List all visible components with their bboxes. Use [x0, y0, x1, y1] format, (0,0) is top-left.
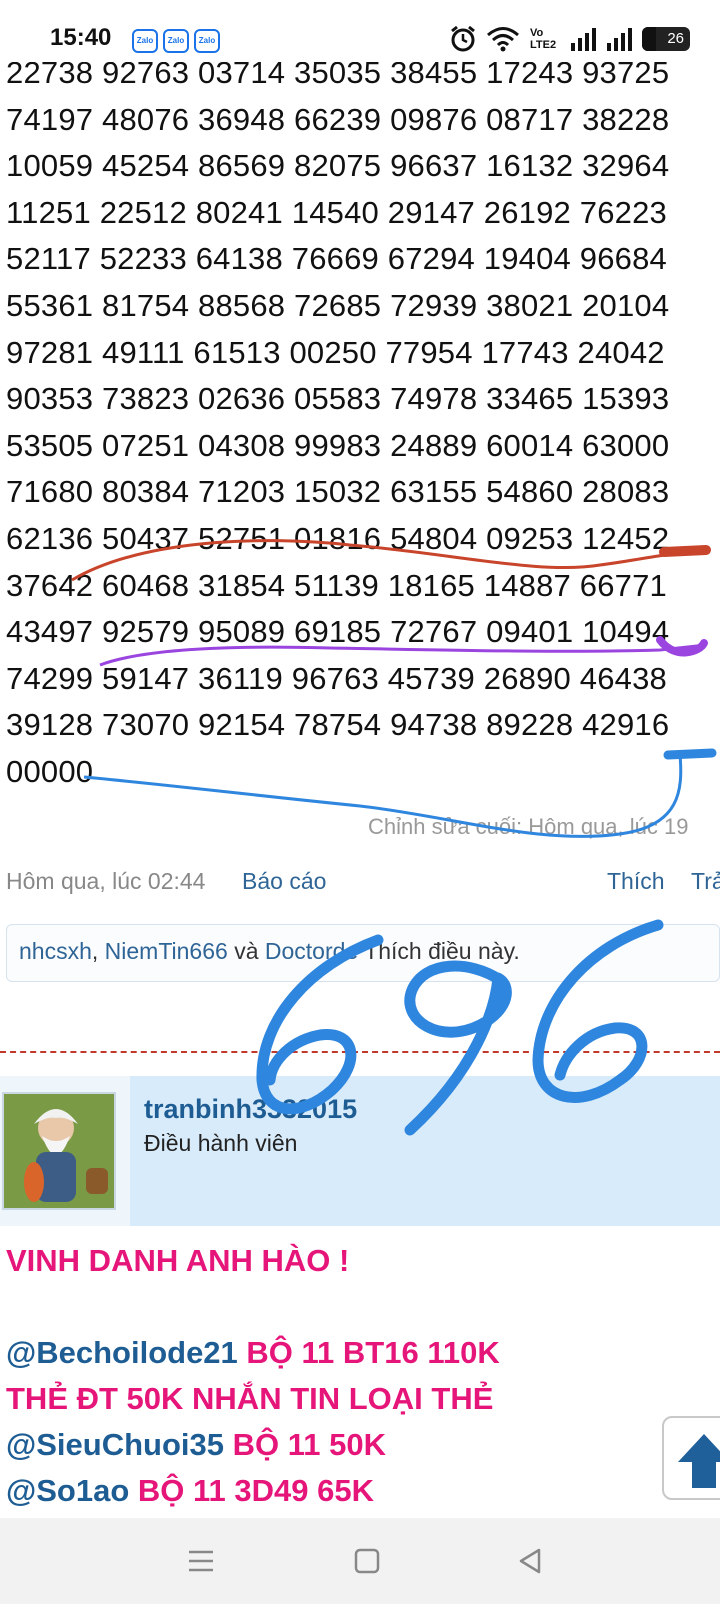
post-text: BỘ 11 3D49 65K [129, 1473, 374, 1508]
number-row: 71680 80384 71203 15032 63155 54860 2808… [6, 474, 670, 510]
post-body: VINH DANH ANH HÀO ! @Bechoilode21 BỘ 11 B… [6, 1238, 500, 1514]
user-mention[interactable]: @Bechoilode21 [6, 1335, 238, 1370]
number-row: 55361 81754 88568 72685 72939 38021 2010… [6, 287, 670, 323]
post-content: 22738 92763 03714 35035 38455 17243 9372… [0, 0, 720, 1518]
network-type: Vo LTE2 [530, 27, 557, 51]
report-link[interactable]: Báo cáo [242, 868, 326, 895]
number-row: 39128 73070 92154 78754 94738 89228 4291… [6, 707, 670, 743]
number-row: 10059 45254 86569 82075 96637 16132 3296… [6, 148, 670, 184]
number-row: 97281 49111 61513 00250 77954 17743 2404… [6, 334, 665, 370]
status-bar: 15:40 Zalo Zalo Zalo Vo LTE2 26 [0, 0, 720, 62]
user-mention[interactable]: @SieuChuoi35 [6, 1427, 224, 1462]
user-mention[interactable]: @So1ao [6, 1473, 129, 1508]
number-row: 00000 [6, 753, 94, 789]
number-row: 90353 73823 02636 05583 74978 33465 1539… [6, 381, 670, 417]
number-table: 22738 92763 03714 35035 38455 17243 9372… [6, 50, 720, 796]
back-icon[interactable] [515, 1546, 545, 1576]
post-text: BỘ 11 BT16 110K [237, 1335, 500, 1370]
scroll-to-top-button[interactable] [662, 1416, 720, 1500]
post-line: @Bechoilode21 BỘ 11 BT16 110K [6, 1330, 500, 1376]
reply-link[interactable]: Trả [691, 868, 720, 895]
post-line: VINH DANH ANH HÀO ! [6, 1238, 500, 1284]
post-time: Hôm qua, lúc 02:44 [6, 868, 206, 894]
number-row: 62136 50437 52751 01816 54804 09253 1245… [6, 520, 670, 556]
battery-icon: 26 [642, 27, 690, 51]
number-row: 43497 92579 95089 69185 72767 09401 1049… [6, 614, 670, 650]
number-row: 53505 07251 04308 99983 24889 60014 6300… [6, 427, 670, 463]
status-time: 15:40 [50, 24, 112, 51]
arrow-up-icon [678, 1434, 720, 1488]
post-text: THẺ ĐT 50K NHẮN TIN LOẠI THẺ [6, 1381, 494, 1416]
liker-link[interactable]: Doctorde [265, 938, 358, 964]
wifi-icon [487, 27, 519, 52]
status-indicators: Vo LTE2 26 [450, 24, 690, 54]
number-row: 52117 52233 64138 76669 67294 19404 9668… [6, 241, 668, 277]
post-author-role: Điều hành viên [144, 1130, 298, 1156]
zalo-notification-icon: Zalo [194, 29, 220, 53]
post-divider [0, 1051, 720, 1053]
post-text: BỘ 11 50K [223, 1427, 386, 1462]
likes-summary: nhcsxh, NiemTin666 và Doctorde Thích điề… [6, 924, 720, 982]
post-author-name[interactable]: tranbinh3332015 [144, 1094, 357, 1125]
navigation-bar [0, 1518, 720, 1604]
post-line: THẺ ĐT 50K NHẮN TIN LOẠI THẺ [6, 1376, 500, 1422]
zalo-notification-icon: Zalo [163, 29, 189, 53]
post-line: @SieuChuoi35 BỘ 11 50K [6, 1422, 500, 1468]
avatar[interactable] [2, 1092, 116, 1210]
number-row: 37642 60468 31854 51139 18165 14887 6677… [6, 567, 668, 603]
liker-link[interactable]: nhcsxh [19, 938, 92, 964]
alarm-icon [451, 25, 475, 52]
liker-link[interactable]: NiemTin666 [105, 938, 228, 964]
last-edited-note: Chỉnh sửa cuối: Hôm qua, lúc 19 [368, 814, 689, 839]
post-line [6, 1284, 500, 1330]
number-row: 74197 48076 36948 66239 09876 08717 3822… [6, 101, 670, 137]
post-text: VINH DANH ANH HÀO ! [6, 1243, 350, 1278]
number-row: 74299 59147 36119 96763 45739 26890 4643… [6, 660, 668, 696]
zalo-notification-icon: Zalo [132, 29, 158, 53]
signal-icon [571, 28, 596, 51]
home-icon[interactable] [352, 1546, 382, 1576]
post-line: @So1ao BỘ 11 3D49 65K [6, 1468, 500, 1514]
number-row: 11251 22512 80241 14540 29147 26192 7622… [6, 194, 668, 230]
like-link[interactable]: Thích [607, 868, 665, 895]
signal-icon [607, 28, 632, 51]
menu-icon[interactable] [186, 1546, 216, 1576]
